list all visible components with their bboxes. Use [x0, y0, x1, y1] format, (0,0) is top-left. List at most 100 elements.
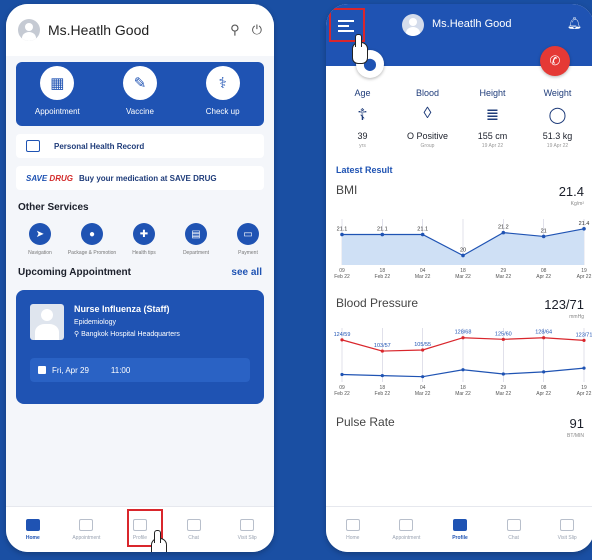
syringe-icon: ✎ [122, 66, 157, 100]
appointment-time: 11:00 [110, 365, 131, 375]
nav-visit-slip[interactable]: Visit Slip [543, 518, 591, 541]
see-all-link[interactable]: see all [231, 267, 262, 278]
diastolic-point [542, 370, 546, 374]
systolic-point [461, 336, 465, 340]
x-tick-label: Apr 22 [536, 391, 551, 397]
x-tick-label: Apr 22 [577, 274, 592, 280]
record-icon [26, 140, 40, 152]
service-department[interactable]: ▤ Department [170, 223, 222, 257]
profile-screen: Ms.Heatlh Good 🔔︎ ⬤ ✆ Age ☦ 39 yrs Blood… [326, 4, 592, 552]
nav-appointment[interactable]: Appointment [62, 518, 110, 541]
avatar[interactable] [18, 19, 40, 41]
calendar-icon [38, 366, 46, 374]
x-tick-label: Mar 22 [455, 274, 471, 280]
appointment-button[interactable]: ▦ Appointment [22, 64, 92, 116]
systolic-point [542, 336, 546, 340]
bp-data-label: 124/59 [334, 332, 351, 338]
systolic-point [380, 349, 384, 353]
payment-icon: ▭ [237, 223, 259, 245]
diastolic-point [582, 366, 586, 370]
bmi-point [461, 253, 465, 258]
savedrug-logo: SAVE DRUG [26, 173, 73, 183]
scale-icon: ◯ [548, 107, 567, 124]
stat-blood: Blood ◊ O Positive Group [406, 88, 448, 149]
power-icon[interactable]: ⏻ [252, 22, 262, 38]
personal-health-record-link[interactable]: Personal Health Record [16, 134, 264, 158]
slip-icon [560, 518, 575, 531]
bmi-point [340, 232, 344, 237]
location: ⚲ Bangkok Hospital Headquarters [74, 331, 180, 338]
upcoming-header: Upcoming Appointment see all [18, 267, 262, 278]
department: Epidemiology [74, 319, 117, 326]
feature-bar: ▦ Appointment ✎ Vaccine ⚕ Check up [16, 62, 264, 126]
latest-result-title: Latest Result [336, 165, 393, 175]
checkup-button[interactable]: ⚕ Check up [188, 64, 258, 116]
services-list: ➤ Navigation ● Package & Promotion ✚ Hea… [14, 223, 274, 257]
nav-profile[interactable]: Profile [436, 518, 484, 541]
upcoming-title: Upcoming Appointment [18, 267, 131, 278]
nav-home[interactable]: Home [9, 518, 57, 541]
bp-chart: 124/59 103/57 105/55 128/68 125/60 128/64 123/… [334, 328, 592, 397]
nav-home[interactable]: Home [329, 518, 377, 541]
nav-chat[interactable]: Chat [490, 518, 538, 541]
chat-icon [506, 518, 521, 531]
phr-label: Personal Health Record [54, 141, 145, 151]
pulse-header: Pulse Rate 91 BT/MIN [336, 415, 584, 439]
x-tick-label: Mar 22 [455, 391, 471, 397]
bmi-point [582, 227, 586, 231]
slip-icon [240, 518, 255, 531]
pulse-title: Pulse Rate [336, 415, 395, 429]
calendar-icon: ▦ [40, 66, 75, 100]
nav-chat[interactable]: Chat [170, 518, 218, 541]
stat-age: Age ☦ 39 yrs [354, 88, 371, 149]
bell-icon[interactable]: 🔔︎ [567, 16, 582, 30]
user-name: Ms.Heatlh Good [48, 22, 150, 38]
person-icon: ☦ [357, 107, 368, 124]
systolic-point [501, 337, 505, 341]
doctor-photo [30, 304, 64, 340]
diastolic-point [501, 372, 505, 376]
bp-header: Blood Pressure 123/71 mmHg [336, 296, 584, 320]
bottom-nav: Home Appointment Profile Chat Visit Slip [326, 506, 592, 552]
x-tick-label: Apr 22 [577, 391, 592, 397]
service-payment[interactable]: ▭ Payment [222, 223, 274, 257]
systolic-point [582, 338, 586, 342]
diastolic-point [340, 372, 344, 377]
x-tick-label: Feb 22 [375, 391, 391, 397]
nav-appointment[interactable]: Appointment [382, 518, 430, 541]
stethoscope-icon: ⚕ [205, 66, 240, 100]
x-tick-label: Feb 22 [334, 274, 350, 280]
savedrug-banner[interactable]: SAVE DRUG Buy your medication at SAVE DR… [16, 166, 264, 190]
bmi-point [420, 232, 425, 237]
x-tick-label: Apr 22 [536, 274, 551, 280]
appointment-card[interactable]: Nurse Influenza (Staff) Epidemiology ⚲ B… [16, 290, 264, 404]
avatar[interactable] [402, 14, 424, 36]
package-icon: ● [81, 223, 103, 245]
x-tick-label: Mar 22 [496, 391, 512, 397]
nav-visit-slip[interactable]: Visit Slip [223, 518, 271, 541]
feature-label: Check up [205, 107, 240, 116]
bmi-data-label: 21 [541, 228, 547, 234]
bmi-data-label: 21.1 [337, 227, 348, 233]
bmi-point [541, 234, 546, 239]
vaccine-button[interactable]: ✎ Vaccine [105, 64, 175, 116]
vital-stats: Age ☦ 39 yrs Blood ◊ O Positive Group He… [326, 88, 592, 149]
doctor-name: Nurse Influenza (Staff) [74, 304, 170, 314]
home-icon [25, 518, 40, 531]
x-tick-label: Mar 22 [415, 274, 431, 280]
health-tips-icon: ✚ [133, 223, 155, 245]
bmi-point [380, 232, 385, 237]
bmi-header: BMI 21.4 Kg/m² [336, 183, 584, 207]
bmi-data-label: 21.2 [498, 225, 509, 231]
service-navigation[interactable]: ➤ Navigation [14, 223, 66, 257]
x-tick-label: Feb 22 [375, 274, 391, 280]
bp-data-label: 128/68 [455, 330, 472, 336]
pointer-hand-icon [151, 530, 167, 552]
emergency-call-button[interactable]: ✆ [540, 46, 570, 76]
service-package[interactable]: ● Package & Promotion [66, 223, 118, 257]
search-icon[interactable]: ⚲ [230, 22, 240, 38]
appointment-date: Fri, Apr 29 [52, 365, 89, 375]
feature-label: Vaccine [126, 107, 154, 116]
service-health-tips[interactable]: ✚ Health tips [118, 223, 170, 257]
diastolic-point [380, 374, 384, 378]
